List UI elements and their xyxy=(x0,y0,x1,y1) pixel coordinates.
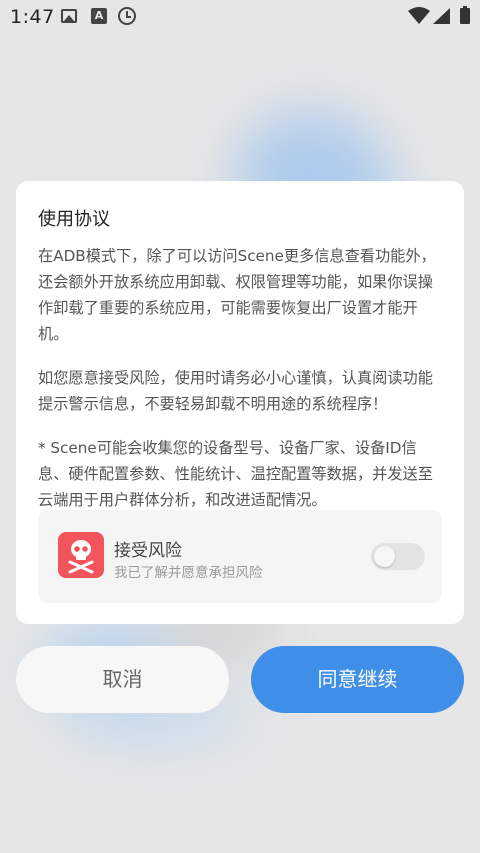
accept-risk-card[interactable]: 接受风险 我已了解并愿意承担风险 xyxy=(38,510,442,603)
dialog-paragraph-privacy: * Scene可能会收集您的设备型号、设备厂家、设备ID信息、硬件配置参数、性能… xyxy=(38,439,433,509)
dialog-paragraph-adb: 在ADB模式下，除了可以访问Scene更多信息查看功能外，还会额外开放系统应用卸… xyxy=(38,247,436,343)
battery-icon xyxy=(460,6,470,24)
skull-crossbones-icon xyxy=(58,532,104,578)
image-icon xyxy=(61,9,77,23)
cancel-button[interactable]: 取消 xyxy=(16,646,229,713)
status-bar: 1:47 A xyxy=(0,0,480,34)
dialog-title: 使用协议 xyxy=(38,209,110,230)
dialog-paragraph-warning: 如您愿意接受风险，使用时请务必小心谨慎，认真阅读功能提示警示信息，不要轻易卸载不… xyxy=(38,369,433,413)
toggle-knob xyxy=(374,546,395,567)
agreement-dialog: 使用协议 在ADB模式下，除了可以访问Scene更多信息查看功能外，还会额外开放… xyxy=(16,181,464,624)
a-icon: A xyxy=(91,8,107,24)
accept-risk-title: 接受风险 xyxy=(114,541,182,561)
clock-icon xyxy=(118,7,136,25)
status-time: 1:47 xyxy=(10,6,55,28)
accept-risk-subtitle: 我已了解并愿意承担风险 xyxy=(114,565,263,581)
signal-icon xyxy=(433,8,450,24)
accept-risk-toggle[interactable] xyxy=(371,543,425,570)
wifi-icon xyxy=(408,7,430,24)
agree-continue-button[interactable]: 同意继续 xyxy=(251,646,464,713)
